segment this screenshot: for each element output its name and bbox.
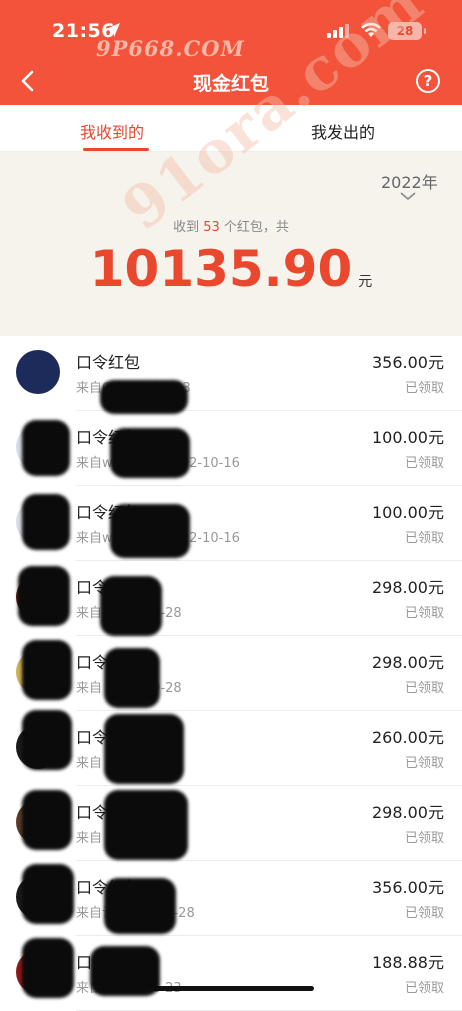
active-tab-indicator	[83, 148, 149, 151]
redaction-mark	[22, 710, 72, 770]
home-indicator	[148, 986, 314, 991]
app-header: 21:56 9P668.COM 28 现金红包 ?	[0, 0, 462, 105]
packet-status: 已领取	[404, 831, 444, 846]
packet-amount: 298.00元	[372, 653, 444, 672]
tab-received[interactable]: 我收到的	[80, 119, 144, 143]
count-prefix: 收到	[173, 220, 200, 235]
help-question-icon[interactable]: ?	[416, 69, 440, 93]
from-label: 来自	[76, 381, 103, 396]
received-count-line: 收到 53 个红包，共	[0, 216, 462, 235]
list-item[interactable]: 口令红包来自C 2022-12-23356.00元已领取	[0, 336, 462, 411]
packet-status: 已领取	[404, 681, 444, 696]
page-title: 现金红包	[192, 73, 269, 95]
wifi-icon	[361, 22, 381, 37]
packet-status: 已领取	[404, 456, 444, 471]
packet-status: 已领取	[404, 381, 444, 396]
chevron-down-icon[interactable]	[399, 191, 417, 201]
redaction-mark	[22, 420, 70, 476]
redaction-mark	[100, 380, 188, 414]
avatar	[16, 350, 60, 394]
cellular-signal-icon	[327, 24, 349, 38]
redaction-mark	[22, 938, 74, 998]
packet-amount: 298.00元	[372, 578, 444, 597]
packet-amount: 356.00元	[372, 353, 444, 372]
packet-amount: 188.88元	[372, 953, 444, 972]
battery-indicator: 28	[388, 22, 426, 40]
total-unit: 元	[358, 274, 373, 290]
redaction-mark	[22, 790, 72, 850]
packet-amount: 298.00元	[372, 803, 444, 822]
watermark-text: 9P668.COM	[96, 36, 245, 61]
redaction-mark	[18, 566, 70, 626]
redaction-mark	[104, 648, 160, 708]
from-label: 来自	[76, 456, 103, 471]
packet-title: 口令红包	[76, 353, 141, 372]
packet-status: 已领取	[404, 531, 444, 546]
total-amount: 10135.90	[89, 240, 353, 298]
from-label: 来自	[76, 681, 103, 696]
count-suffix: 个红包，共	[223, 220, 289, 235]
redaction-mark	[104, 790, 188, 860]
packet-status: 已领取	[404, 981, 444, 996]
redaction-mark	[22, 640, 72, 700]
redaction-mark	[22, 494, 70, 550]
from-label: 来自	[76, 606, 103, 621]
redaction-mark	[110, 504, 190, 558]
received-count: 53	[203, 220, 220, 235]
summary-panel: 2022年 收到 53 个红包，共 10135.90 元	[0, 152, 462, 336]
redaction-mark	[110, 428, 190, 478]
from-label: 来自	[76, 531, 103, 546]
from-label: 来自	[76, 906, 103, 921]
redaction-mark	[22, 864, 74, 924]
packet-status: 已领取	[404, 906, 444, 921]
year-selector[interactable]: 2022年	[381, 169, 438, 193]
status-bar: 21:56 9P668.COM 28	[0, 0, 462, 61]
tab-sent[interactable]: 我发出的	[311, 119, 375, 143]
packet-status: 已领取	[404, 756, 444, 771]
redaction-mark	[104, 878, 176, 934]
packet-status: 已领取	[404, 606, 444, 621]
redaction-mark	[104, 714, 184, 784]
from-label: 来自	[76, 756, 103, 771]
nav-bar: 现金红包 ?	[0, 60, 462, 104]
total-amount-line: 10135.90 元	[0, 240, 462, 298]
from-label: 来自	[76, 831, 103, 846]
packet-amount: 100.00元	[372, 428, 444, 447]
packet-amount: 100.00元	[372, 503, 444, 522]
packet-amount: 260.00元	[372, 728, 444, 747]
redaction-mark	[100, 576, 162, 636]
tab-bar: 我收到的 我发出的	[0, 105, 462, 152]
redaction-mark	[90, 946, 160, 996]
packet-amount: 356.00元	[372, 878, 444, 897]
